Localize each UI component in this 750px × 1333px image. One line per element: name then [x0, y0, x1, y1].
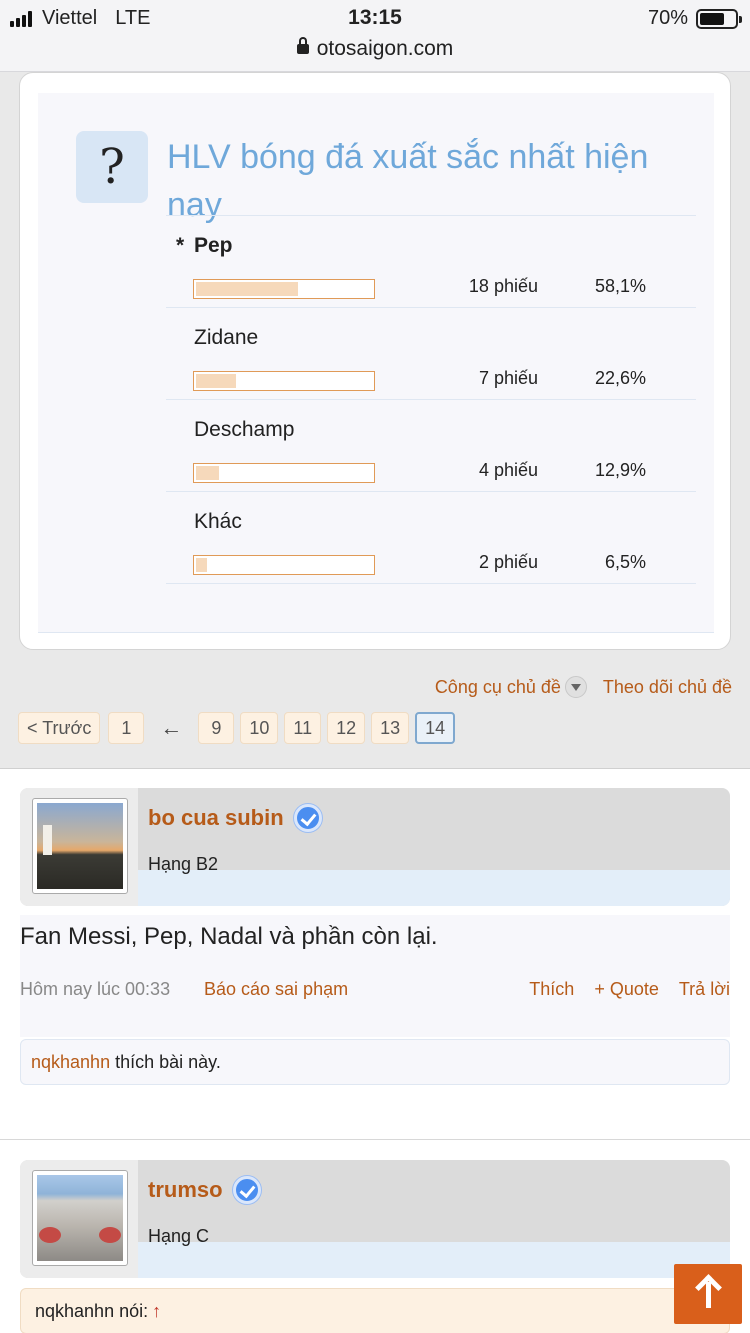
- voted-marker: *: [176, 234, 185, 257]
- verified-badge-icon: [232, 1176, 261, 1204]
- poll-result-bar: [193, 463, 375, 483]
- username-link[interactable]: bo cua subin: [148, 804, 322, 832]
- vote-count: 18 phiếu: [468, 276, 538, 296]
- status-bar: Viettel LTE 13:15 70% otosaigon.com: [0, 0, 750, 72]
- poll-result-bar: [193, 279, 375, 299]
- thread-tools-menu[interactable]: Công cụ chủ đề: [435, 676, 587, 698]
- prev-page-button[interactable]: < Trước: [18, 712, 101, 744]
- battery-info: 70%: [647, 7, 742, 30]
- vote-count: 7 phiếu: [478, 368, 538, 388]
- page-link[interactable]: 11: [284, 712, 322, 744]
- vote-count: 2 phiếu: [478, 552, 538, 572]
- poll-option-name: Deschamp: [194, 418, 295, 441]
- page-link[interactable]: 12: [327, 712, 366, 744]
- liker-link[interactable]: nqkhanhn: [31, 1052, 110, 1072]
- poll-bar-fill: [196, 466, 219, 480]
- post-date[interactable]: Hôm nay lúc 00:33: [20, 979, 170, 1000]
- poll-option-name: Khác: [194, 510, 242, 533]
- avatar-image: [37, 1175, 123, 1261]
- url-text: otosaigon.com: [316, 37, 454, 60]
- user-rank: Hạng B2: [148, 854, 219, 874]
- post-separator: [0, 1139, 750, 1140]
- page-link-current[interactable]: 14: [415, 712, 456, 744]
- vote-percent: 6,5%: [604, 552, 646, 572]
- poll-result-bar: [193, 555, 375, 575]
- username-link[interactable]: trumso: [148, 1176, 261, 1204]
- post-message: Fan Messi, Pep, Nadal và phần còn lại.: [20, 923, 438, 950]
- watch-thread-link[interactable]: Theo dõi chủ đề: [603, 677, 732, 698]
- vote-percent: 12,9%: [594, 460, 646, 480]
- battery-percent: 70%: [647, 7, 688, 29]
- header-band: [138, 870, 730, 906]
- user-rank: Hạng C: [148, 1226, 210, 1246]
- vote-count: 4 phiếu: [478, 460, 538, 480]
- poll-option-name: * Pep: [176, 234, 233, 258]
- page-link[interactable]: 9: [198, 712, 235, 744]
- address-bar[interactable]: otosaigon.com: [0, 37, 750, 61]
- avatar[interactable]: [32, 798, 128, 894]
- likes-summary: nqkhanhn thích bài này.: [20, 1039, 730, 1085]
- poll-bar-fill: [196, 374, 236, 388]
- poll-option: Zidane 7 phiếu 22,6%: [166, 308, 696, 400]
- chevron-down-icon: [564, 676, 587, 698]
- poll-bar-fill: [196, 558, 208, 572]
- vote-percent: 58,1%: [594, 276, 646, 296]
- clock: 13:15: [348, 6, 402, 29]
- quote-author: nqkhanhn nói:: [35, 1301, 149, 1321]
- reply-button[interactable]: Trả lời: [679, 979, 730, 1000]
- option-label: Pep: [194, 234, 233, 257]
- poll-option: Khác 2 phiếu 6,5%: [166, 492, 696, 584]
- question-icon: ?: [76, 131, 148, 203]
- page-jump-arrow[interactable]: ←: [150, 715, 192, 741]
- thread-tools: Công cụ chủ đề Theo dõi chủ đề: [435, 676, 732, 698]
- page-link-first[interactable]: 1: [108, 712, 145, 744]
- poll-option-name: Zidane: [194, 326, 259, 349]
- quote-header: nqkhanhn nói: ↑: [20, 1288, 730, 1333]
- vote-percent: 22,6%: [594, 368, 646, 388]
- page-link[interactable]: 10: [240, 712, 279, 744]
- battery-icon: [696, 8, 742, 29]
- post-author-header: trumso Hạng C: [20, 1160, 730, 1278]
- post-author-header: bo cua subin Hạng B2: [20, 788, 730, 906]
- pagination: < Trước 1 ← 9 10 11 12 13 14: [18, 712, 456, 744]
- likes-text: thích bài này.: [115, 1052, 221, 1072]
- page-link[interactable]: 13: [371, 712, 410, 744]
- poll-card: ? HLV bóng đá xuất sắc nhất hiện nay * Pe…: [19, 72, 731, 650]
- post-body: Fan Messi, Pep, Nadal và phần còn lại. H…: [20, 915, 730, 1037]
- report-link[interactable]: Báo cáo sai phạm: [204, 979, 348, 1000]
- quote-button[interactable]: + Quote: [594, 979, 659, 1000]
- poll-result-bar: [193, 371, 375, 391]
- username: bo cua subin: [148, 805, 284, 830]
- poll-bar-fill: [196, 282, 299, 296]
- poll-option: * Pep 18 phiếu 58,1%: [166, 216, 696, 308]
- post-actions: Thích + Quote Trả lời: [529, 979, 730, 1000]
- post-list: bo cua subin Hạng B2 Fan Messi, Pep, Nad…: [0, 768, 750, 1333]
- go-to-quoted-post-icon[interactable]: ↑: [152, 1301, 161, 1321]
- avatar-image: [37, 803, 123, 889]
- header-band: [138, 1242, 730, 1278]
- avatar[interactable]: [32, 1170, 128, 1266]
- scroll-to-top-button[interactable]: [674, 1264, 742, 1324]
- lock-icon: [296, 37, 309, 54]
- thread-tools-label: Công cụ chủ đề: [434, 676, 561, 697]
- username: trumso: [148, 1177, 223, 1202]
- poll-panel: ? HLV bóng đá xuất sắc nhất hiện nay * Pe…: [38, 93, 714, 633]
- like-button[interactable]: Thích: [529, 979, 574, 1000]
- verified-badge-icon: [293, 804, 322, 832]
- poll-option: Deschamp 4 phiếu 12,9%: [166, 400, 696, 492]
